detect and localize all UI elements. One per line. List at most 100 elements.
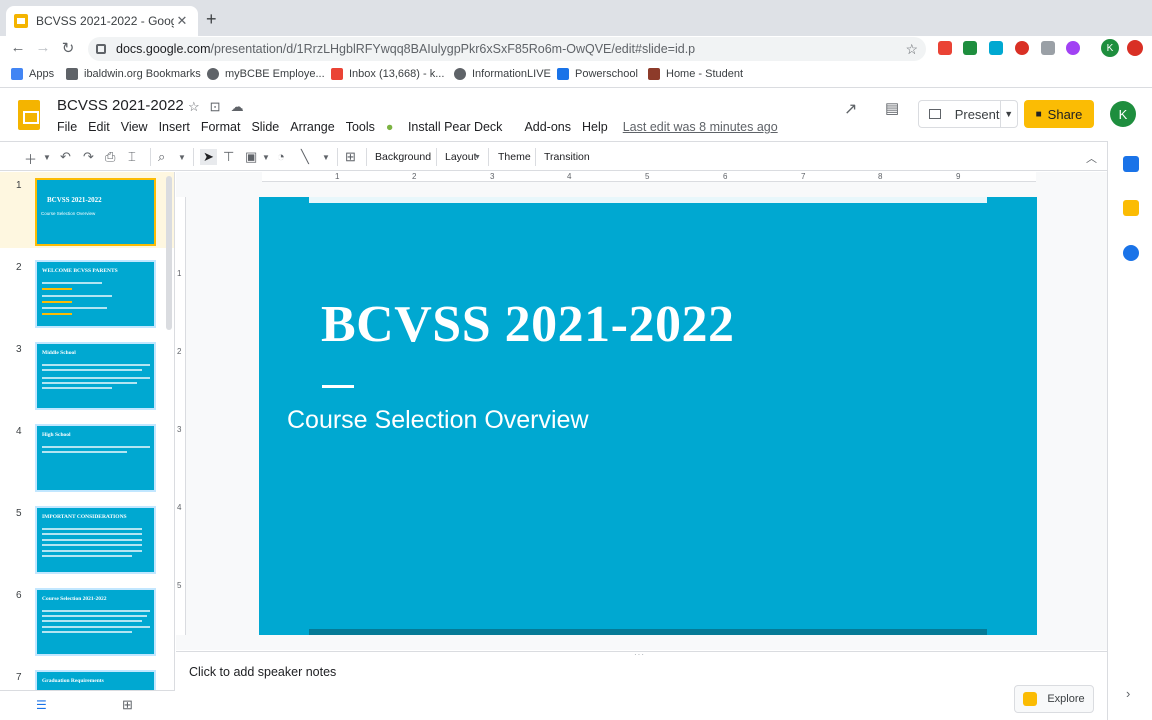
slide-number: 6 bbox=[16, 590, 22, 601]
menu-view[interactable]: View bbox=[121, 120, 148, 134]
text-line bbox=[42, 626, 150, 628]
menu-install-pear-deck[interactable]: ● Install Pear Deck bbox=[386, 120, 514, 134]
line-dropdown-icon[interactable]: ▼ bbox=[322, 153, 330, 162]
keep-icon[interactable] bbox=[1123, 200, 1139, 216]
list-view-icon[interactable]: ☰ bbox=[36, 698, 47, 712]
transition-button[interactable]: Transition bbox=[544, 151, 590, 163]
thumb-title: IMPORTANT CONSIDERATIONS bbox=[42, 514, 127, 520]
extension-icon[interactable] bbox=[1041, 41, 1055, 55]
forward-arrow-icon[interactable]: → bbox=[33, 39, 53, 56]
background-button[interactable]: Background bbox=[375, 151, 431, 163]
tab-title: BCVSS 2021-2022 - Google Sl bbox=[36, 14, 174, 28]
menu-add-ons[interactable]: Add-ons bbox=[524, 120, 571, 134]
thumb-title: Middle School bbox=[42, 350, 76, 356]
slide-thumbnail[interactable]: 4 High School bbox=[0, 418, 174, 494]
zoom-dropdown-icon[interactable]: ▼ bbox=[178, 153, 186, 162]
slide-thumbnail[interactable]: 1 BCVSS 2021-2022 Course Selection Overv… bbox=[0, 172, 174, 248]
browser-tab[interactable]: BCVSS 2021-2022 - Google Sl ✕ bbox=[6, 6, 198, 36]
menu-format[interactable]: Format bbox=[201, 120, 241, 134]
menu-edit[interactable]: Edit bbox=[88, 120, 110, 134]
horizontal-ruler[interactable]: 1 2 3 4 5 6 7 8 9 bbox=[262, 172, 1036, 182]
select-cursor-icon[interactable]: ➤ bbox=[200, 149, 217, 165]
vertical-ruler[interactable]: 1 2 3 4 5 bbox=[176, 197, 186, 635]
speaker-notes-placeholder[interactable]: Click to add speaker notes bbox=[189, 665, 336, 679]
menu-tools[interactable]: Tools bbox=[346, 120, 375, 134]
slide-thumbnail[interactable]: 6 Course Selection 2021-2022 bbox=[0, 582, 174, 658]
resize-handle-icon[interactable]: ··· bbox=[634, 650, 645, 659]
redo-icon[interactable]: ↷ bbox=[83, 149, 94, 165]
update-icon[interactable] bbox=[1127, 40, 1143, 56]
menu-help[interactable]: Help bbox=[582, 120, 608, 134]
new-tab-icon[interactable]: + bbox=[206, 9, 217, 30]
extension-icon[interactable] bbox=[1066, 41, 1080, 55]
slide-thumbnail[interactable]: 5 IMPORTANT CONSIDERATIONS bbox=[0, 500, 174, 576]
side-panel: › bbox=[1107, 141, 1152, 720]
comments-icon[interactable]: ▤ bbox=[885, 99, 899, 117]
bookmark-link[interactable]: Home - Student bbox=[648, 68, 743, 80]
move-folder-icon[interactable]: ⊡ bbox=[210, 99, 221, 115]
expand-panel-icon[interactable]: › bbox=[1126, 686, 1130, 701]
reload-icon[interactable]: ↻ bbox=[58, 39, 78, 57]
bookmark-link[interactable]: myBCBE Employe... bbox=[207, 68, 325, 80]
image-icon[interactable]: ▣ bbox=[245, 149, 257, 165]
line-icon[interactable]: ╲ bbox=[301, 149, 309, 165]
filmstrip-scrollbar[interactable] bbox=[166, 176, 172, 330]
paint-format-icon[interactable]: ⌶ bbox=[128, 149, 136, 165]
activity-trend-icon[interactable]: ↗ bbox=[844, 99, 857, 119]
calendar-icon[interactable] bbox=[1123, 156, 1139, 172]
bookmark-link[interactable]: InformationLIVE bbox=[454, 68, 551, 80]
bookmark-link[interactable]: Powerschool bbox=[557, 68, 638, 80]
address-bar[interactable]: docs.google.com/presentation/d/1RrzLHgbl… bbox=[88, 37, 926, 61]
extension-icon[interactable] bbox=[963, 41, 977, 55]
print-icon[interactable]: ⎙ bbox=[105, 149, 115, 165]
extension-icon[interactable] bbox=[989, 41, 1003, 55]
layout-button[interactable]: Layout bbox=[445, 151, 477, 163]
cloud-status-icon[interactable]: ☁ bbox=[231, 99, 244, 115]
share-button[interactable]: ■ Share bbox=[1024, 100, 1094, 128]
slide-thumbnail[interactable]: 2 WELCOME BCVSS PARENTS bbox=[0, 254, 174, 330]
last-edit-link[interactable]: Last edit was 8 minutes ago bbox=[623, 120, 778, 134]
slide-subtitle[interactable]: Course Selection Overview bbox=[287, 406, 589, 435]
present-button[interactable]: Present ▼ bbox=[918, 100, 1018, 128]
menu-file[interactable]: File bbox=[57, 120, 77, 134]
tasks-icon[interactable] bbox=[1123, 245, 1139, 261]
account-avatar[interactable]: K bbox=[1110, 101, 1136, 127]
present-dropdown-icon[interactable]: ▼ bbox=[999, 101, 1017, 127]
extension-icon[interactable] bbox=[1015, 41, 1029, 55]
document-title[interactable]: BCVSS 2021-2022 bbox=[57, 97, 184, 114]
bookmark-folder[interactable]: ibaldwin.org Bookmarks bbox=[66, 68, 201, 80]
zoom-icon[interactable]: ⌕ bbox=[158, 149, 165, 165]
image-dropdown-icon[interactable]: ▼ bbox=[262, 153, 270, 162]
bookmark-apps[interactable]: Apps bbox=[11, 68, 54, 80]
add-comment-icon[interactable]: ⊞ bbox=[345, 149, 356, 165]
layout-dropdown-icon[interactable]: ▼ bbox=[474, 154, 481, 161]
bookmark-star-icon[interactable]: ☆ bbox=[905, 41, 918, 58]
new-slide-icon[interactable]: ＋ bbox=[24, 149, 37, 168]
current-slide[interactable]: BCVSS 2021-2022 Course Selection Overvie… bbox=[259, 197, 1037, 635]
bookmark-link[interactable]: Inbox (13,668) - k... bbox=[331, 68, 444, 80]
undo-icon[interactable]: ↶ bbox=[60, 149, 71, 165]
slide-title[interactable]: BCVSS 2021-2022 bbox=[321, 295, 734, 354]
collapse-toolbar-icon[interactable]: ︿ bbox=[1086, 150, 1097, 166]
slides-logo-icon[interactable] bbox=[18, 100, 40, 130]
extension-icon[interactable] bbox=[938, 41, 952, 55]
menu-arrange[interactable]: Arrange bbox=[290, 120, 334, 134]
explore-button[interactable]: Explore bbox=[1014, 685, 1094, 713]
theme-button[interactable]: Theme bbox=[498, 151, 531, 163]
profile-avatar[interactable]: K bbox=[1101, 39, 1119, 57]
slide-number: 5 bbox=[16, 508, 22, 519]
star-icon[interactable]: ☆ bbox=[188, 99, 200, 115]
menu-slide[interactable]: Slide bbox=[251, 120, 279, 134]
back-arrow-icon[interactable]: ← bbox=[8, 39, 28, 56]
slide-thumbnail[interactable]: 3 Middle School bbox=[0, 336, 174, 412]
text-line bbox=[42, 533, 142, 535]
text-line bbox=[42, 387, 112, 389]
text-box-icon[interactable]: ⊤ bbox=[223, 149, 234, 165]
shape-icon[interactable]: ◔ bbox=[277, 149, 285, 164]
menu-insert[interactable]: Insert bbox=[159, 120, 190, 134]
explore-icon bbox=[1023, 692, 1038, 706]
grid-view-icon[interactable]: ⊞ bbox=[122, 697, 133, 713]
close-tab-icon[interactable]: ✕ bbox=[174, 13, 190, 29]
speaker-notes[interactable]: ··· Click to add speaker notes Explore bbox=[176, 650, 1107, 720]
new-slide-dropdown-icon[interactable]: ▼ bbox=[43, 153, 51, 162]
